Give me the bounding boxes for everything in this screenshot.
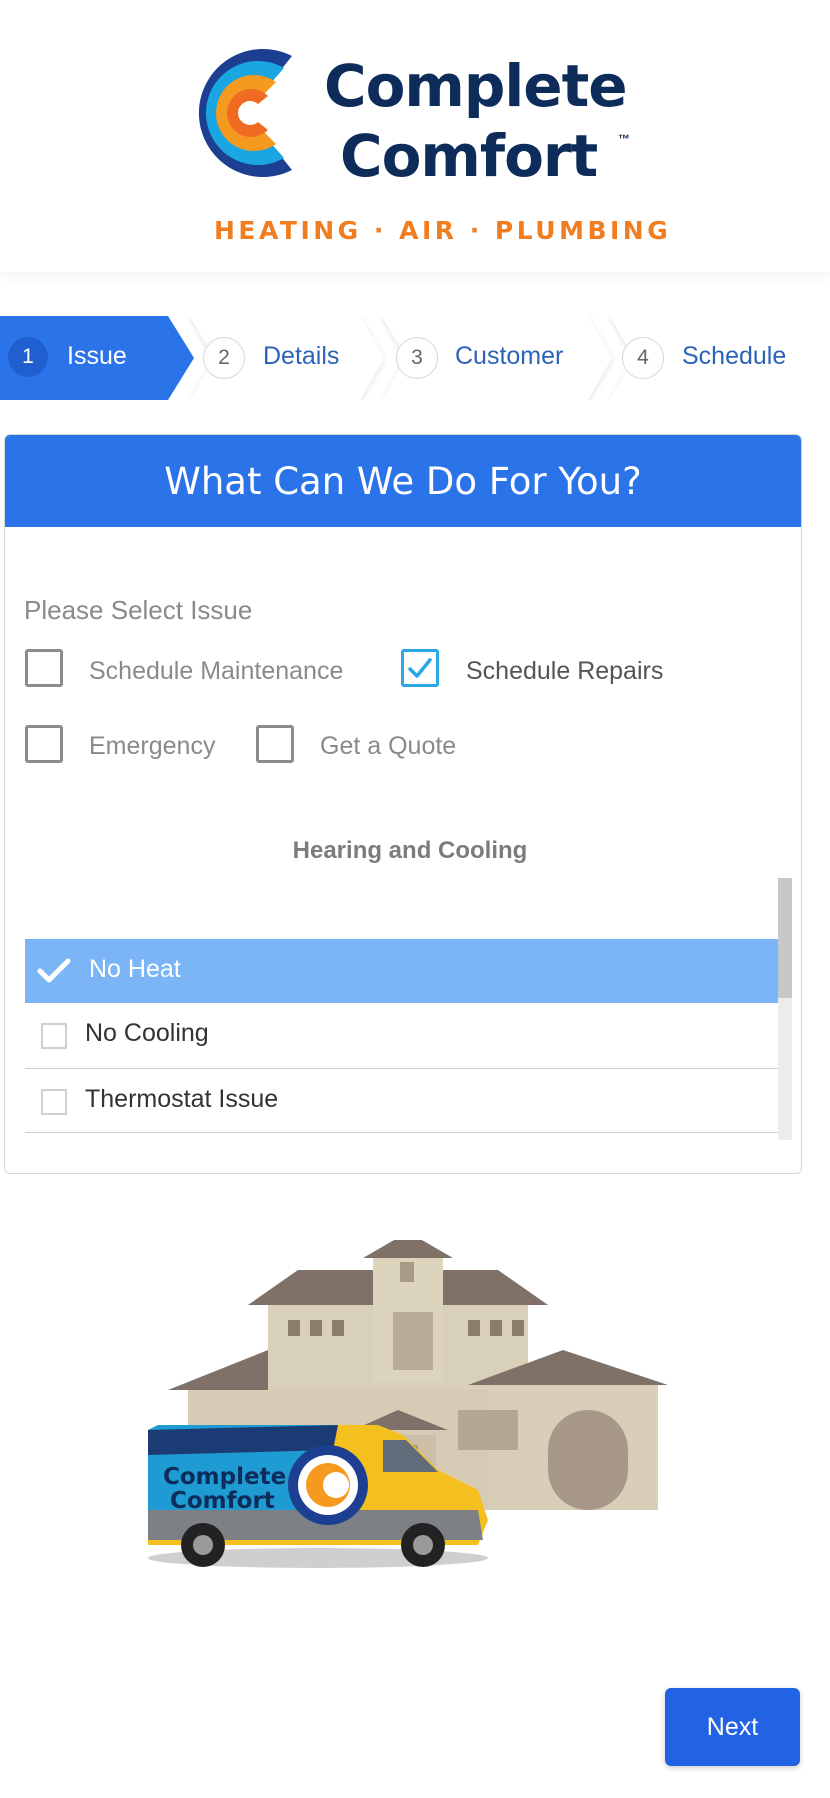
progress-steps: 1 Issue 2 Details 3 Customer 4 Schedule: [0, 316, 830, 400]
card-title: What Can We Do For You?: [5, 435, 801, 527]
checkbox-label[interactable]: Emergency: [89, 732, 215, 761]
step-label: Details: [263, 342, 340, 370]
list-item[interactable]: No Cooling: [25, 1003, 785, 1067]
trademark-symbol: ™: [618, 132, 630, 146]
issue-card: What Can We Do For You? Please Select Is…: [4, 434, 802, 1174]
list-item[interactable]: No Heat: [25, 939, 785, 1003]
step-number: 2: [203, 337, 245, 379]
brand-tagline: HEATING · AIR · PLUMBING: [214, 216, 672, 245]
brand-name-line2: Comfort: [340, 122, 598, 190]
checkbox[interactable]: [41, 1023, 67, 1049]
check-icon: [408, 658, 432, 678]
step-number: 3: [396, 337, 438, 379]
step-label: Issue: [67, 342, 127, 370]
header: Complete Comfort ™ HEATING · AIR · PLUMB…: [0, 0, 830, 272]
step-number: 1: [8, 337, 48, 377]
section-title: Hearing and Cooling: [292, 837, 528, 864]
house-and-van-illustration: Complete Comfort: [148, 1240, 668, 1568]
checkbox[interactable]: [41, 1089, 67, 1115]
step-label: Schedule: [682, 342, 787, 370]
step-label: Customer: [455, 342, 564, 370]
list-item-label: No Heat: [89, 955, 181, 983]
list-item-label: No Cooling: [85, 1019, 209, 1047]
checkbox[interactable]: [25, 725, 63, 763]
list-item[interactable]: Thermostat Issue: [25, 1069, 785, 1133]
divider: [25, 1132, 785, 1133]
checkbox-checked[interactable]: [401, 649, 439, 687]
complete-comfort-logo-icon: [198, 48, 292, 177]
step-number: 4: [622, 337, 664, 379]
next-button[interactable]: Next: [665, 1688, 800, 1766]
checkbox-label[interactable]: Get a Quote: [320, 732, 456, 761]
van-brand-line1: Complete: [163, 1464, 286, 1490]
checkbox[interactable]: [25, 649, 63, 687]
checkmark-icon: [37, 958, 71, 983]
list-item-label: Thermostat Issue: [85, 1085, 279, 1113]
select-issue-label: Please Select Issue: [24, 595, 253, 625]
van-brand-line2: Comfort: [170, 1488, 275, 1514]
checkbox-label[interactable]: Schedule Maintenance: [89, 657, 343, 686]
issue-list[interactable]: No Heat No Cooling Thermostat Issue: [25, 939, 785, 1133]
checkbox[interactable]: [256, 725, 294, 763]
checkbox-label[interactable]: Schedule Repairs: [466, 657, 663, 686]
brand-name-line1: Complete: [324, 52, 628, 120]
scrollbar-thumb[interactable]: [778, 878, 792, 998]
